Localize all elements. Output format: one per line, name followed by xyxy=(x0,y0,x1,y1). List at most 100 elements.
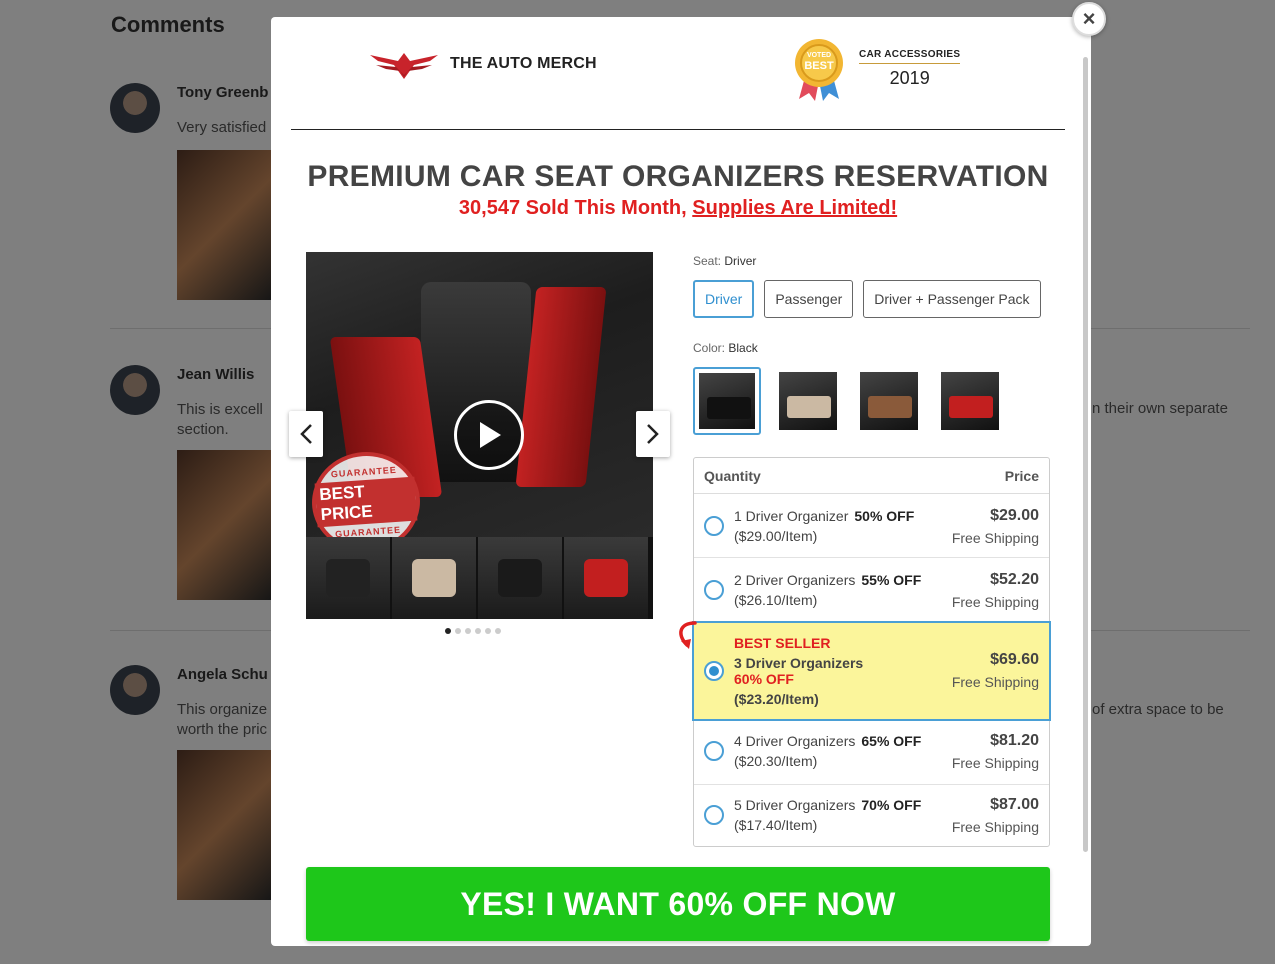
svg-text:VOTED: VOTED xyxy=(807,52,831,59)
gallery-thumbnail[interactable] xyxy=(478,537,562,619)
gallery-next-button[interactable] xyxy=(636,411,670,457)
color-selected-value: Black xyxy=(728,341,758,355)
gallery-dot[interactable] xyxy=(445,628,451,634)
quantity-column-header: Quantity xyxy=(704,467,761,484)
per-item-price: ($23.20/Item) xyxy=(734,691,819,707)
stamp-main-text: BEST PRICE xyxy=(314,476,418,528)
color-swatch-brown[interactable] xyxy=(855,367,923,435)
gallery-dot[interactable] xyxy=(485,628,491,634)
seat-option-pack[interactable]: Driver + Passenger Pack xyxy=(863,280,1041,318)
gallery-prev-button[interactable] xyxy=(289,411,323,457)
award-year: 2019 xyxy=(889,68,930,88)
seat-option-passenger[interactable]: Passenger xyxy=(764,280,854,318)
gallery-thumbnail[interactable] xyxy=(564,537,648,619)
quantity-title: 5 Driver Organizers 70% OFF xyxy=(734,797,921,813)
color-option-label: Color: Black xyxy=(693,341,758,355)
per-item-price: ($17.40/Item) xyxy=(734,817,818,833)
quantity-label: 2 Driver Organizers xyxy=(734,572,856,588)
gallery-thumbnail[interactable] xyxy=(306,537,390,619)
quantity-label: 3 Driver Organizers xyxy=(734,655,864,671)
per-item-price: ($29.00/Item) xyxy=(734,528,818,544)
total-price: $52.20 xyxy=(990,571,1039,588)
total-price: $69.60 xyxy=(990,651,1039,668)
limited-supply-link[interactable]: Supplies Are Limited! xyxy=(692,197,897,219)
chevron-right-icon xyxy=(647,424,659,444)
quantity-option-row[interactable]: 5 Driver Organizers 70% OFF ($17.40/Item)… xyxy=(694,785,1049,847)
quantity-radio[interactable] xyxy=(704,516,724,536)
color-swatch-black[interactable] xyxy=(693,367,761,435)
shipping-label: Free Shipping xyxy=(951,674,1039,690)
seat-option-label: Seat: Driver xyxy=(693,254,756,268)
seat-option-driver[interactable]: Driver xyxy=(693,280,755,318)
scarcity-subtitle: 30,547 Sold This Month, Supplies Are Lim… xyxy=(271,197,1085,220)
brand-name: THE AUTO MERCH xyxy=(450,55,597,72)
quantity-option-row-best-seller[interactable]: BEST SELLER 3 Driver Organizers 60% OFF … xyxy=(692,621,1051,721)
quantity-title: 1 Driver Organizer 50% OFF xyxy=(734,508,914,524)
curved-arrow-icon xyxy=(679,621,697,649)
gallery-dot[interactable] xyxy=(495,628,501,634)
gallery-thumbnail[interactable] xyxy=(392,537,476,619)
price-column-header: Price xyxy=(1004,467,1039,484)
quantity-label: 5 Driver Organizers xyxy=(734,797,856,813)
total-price: $81.20 xyxy=(990,732,1039,749)
seat-label-text: Seat: xyxy=(693,254,722,268)
award-category: CAR ACCESSORIES xyxy=(859,49,961,64)
gallery-dot[interactable] xyxy=(465,628,471,634)
shipping-label: Free Shipping xyxy=(951,594,1039,610)
swatch-image xyxy=(699,373,755,429)
quantity-title: 4 Driver Organizers 65% OFF xyxy=(734,733,921,749)
color-swatch-beige[interactable] xyxy=(774,367,842,435)
quantity-option-row[interactable]: 4 Driver Organizers 65% OFF ($20.30/Item)… xyxy=(694,721,1049,785)
color-swatch-red[interactable] xyxy=(936,367,1004,435)
shipping-label: Free Shipping xyxy=(951,819,1039,835)
buy-now-button[interactable]: YES! I WANT 60% OFF NOW xyxy=(306,867,1050,941)
page-title: PREMIUM CAR SEAT ORGANIZERS RESERVATION xyxy=(307,160,1049,193)
product-gallery: GUARANTEE BEST PRICE GUARANTEE xyxy=(306,252,653,619)
modal-header: THE AUTO MERCH VOTED BEST CAR ACCESSORIE… xyxy=(291,17,1065,130)
reservation-modal: THE AUTO MERCH VOTED BEST CAR ACCESSORIE… xyxy=(271,17,1091,946)
quantity-radio[interactable] xyxy=(704,580,724,600)
best-seller-badge: BEST SELLER xyxy=(734,635,831,651)
stamp-top-text: GUARANTEE xyxy=(330,464,398,480)
wings-logo-icon xyxy=(370,53,438,79)
discount-label: 60% OFF xyxy=(734,671,794,687)
per-item-price: ($20.30/Item) xyxy=(734,753,818,769)
play-icon xyxy=(480,422,501,448)
gallery-dot[interactable] xyxy=(475,628,481,634)
total-price: $29.00 xyxy=(990,507,1039,524)
per-item-price: ($26.10/Item) xyxy=(734,592,818,608)
quantity-option-row[interactable]: 2 Driver Organizers 55% OFF ($26.10/Item)… xyxy=(694,558,1049,622)
award-badge: VOTED BEST CAR ACCESSORIES 2019 xyxy=(791,37,961,101)
sold-count-text: 30,547 Sold This Month, xyxy=(458,197,693,219)
price-table-header: Quantity Price xyxy=(694,458,1049,494)
award-text: CAR ACCESSORIES 2019 xyxy=(859,49,961,89)
quantity-option-row[interactable]: 1 Driver Organizer 50% OFF ($29.00/Item) … xyxy=(694,494,1049,558)
quantity-radio-selected[interactable] xyxy=(704,661,724,681)
discount-label: 65% OFF xyxy=(861,733,922,749)
chevron-left-icon xyxy=(300,424,312,444)
swatch-image xyxy=(779,372,837,430)
quantity-label: 1 Driver Organizer xyxy=(734,508,849,524)
swatch-image xyxy=(860,372,918,430)
discount-label: 50% OFF xyxy=(854,508,915,524)
play-video-button[interactable] xyxy=(454,400,524,470)
color-label-text: Color: xyxy=(693,341,726,355)
swatch-image xyxy=(941,372,999,430)
discount-label: 55% OFF xyxy=(861,572,922,588)
voted-best-medal-icon: VOTED BEST xyxy=(795,39,843,101)
close-modal-button[interactable]: × xyxy=(1072,2,1106,36)
gallery-thumbnail-strip xyxy=(306,537,653,619)
quantity-price-table: Quantity Price 1 Driver Organizer 50% OFF… xyxy=(692,457,1051,847)
gallery-pagination-dots xyxy=(445,628,501,634)
close-icon: × xyxy=(1082,6,1096,31)
shipping-label: Free Shipping xyxy=(951,755,1039,771)
seat-options: Driver Passenger Driver + Passenger Pack xyxy=(693,280,1041,318)
quantity-radio[interactable] xyxy=(704,741,724,761)
svg-text:BEST: BEST xyxy=(804,60,834,72)
gallery-dot[interactable] xyxy=(455,628,461,634)
quantity-radio[interactable] xyxy=(704,805,724,825)
shipping-label: Free Shipping xyxy=(951,530,1039,546)
brand-logo[interactable]: THE AUTO MERCH xyxy=(368,47,597,81)
quantity-title: 2 Driver Organizers 55% OFF xyxy=(734,572,921,588)
color-swatches xyxy=(693,367,1004,435)
